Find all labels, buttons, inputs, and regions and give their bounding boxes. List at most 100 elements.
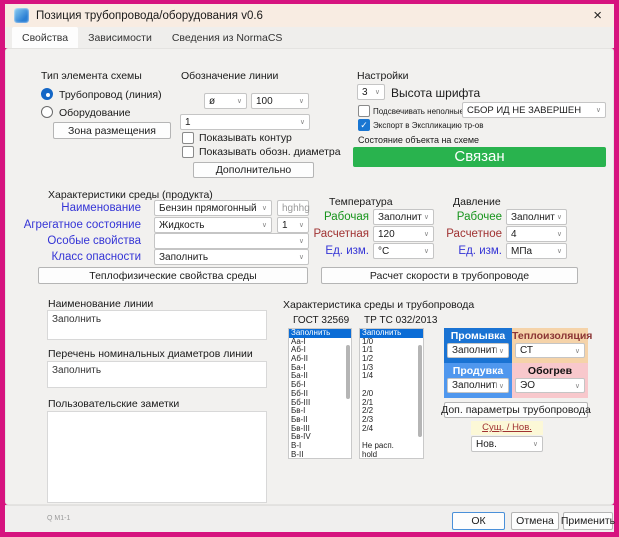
ok-button[interactable]: ОК xyxy=(452,512,505,530)
chevron-down-icon: ∨ xyxy=(260,221,271,229)
temp-design-label: Расчетная xyxy=(299,228,369,240)
aggregate-state-combo[interactable]: Жидкость∨ xyxy=(154,217,272,233)
font-height-combo[interactable]: 3∨ xyxy=(357,84,385,100)
list-item[interactable]: 2/4 xyxy=(360,425,423,434)
exist-new-label: Сущ. / Нов. xyxy=(471,421,543,435)
temp-working-label: Рабочая xyxy=(299,211,369,223)
titlebar: Позиция трубопровода/оборудования v0.6 × xyxy=(5,4,614,27)
user-notes-input[interactable] xyxy=(47,411,267,503)
chevron-down-icon: ∨ xyxy=(594,106,605,114)
insulation-title: Теплоизоляция xyxy=(512,330,588,342)
flush-title: Промывка xyxy=(444,330,512,342)
tab-properties[interactable]: Свойства xyxy=(12,27,78,48)
placement-zone-button[interactable]: Зона размещения xyxy=(53,122,171,139)
char-section-title: Характеристика среды и трубопровода xyxy=(283,299,474,311)
check-icon: ✓ xyxy=(360,120,368,130)
scrollbar[interactable] xyxy=(346,345,350,399)
tab-normacs[interactable]: Сведения из NormaCS xyxy=(162,27,293,48)
cancel-button[interactable]: Отмена xyxy=(511,512,559,530)
temp-design-combo[interactable]: 120∨ xyxy=(373,226,434,242)
chevron-down-icon: ∨ xyxy=(373,88,384,96)
trts-list-label: ТР ТС 032/2013 xyxy=(364,315,437,326)
app-icon xyxy=(14,8,29,23)
checkbox-show-diameter-label: Показывать обозн. диаметра xyxy=(199,146,341,158)
radio-equipment[interactable] xyxy=(41,106,53,118)
press-working-combo[interactable]: Заполнить∨ xyxy=(506,209,567,225)
diameters-list-input[interactable]: Заполнить xyxy=(47,361,267,388)
dialog-window: Позиция трубопровода/оборудования v0.6 ×… xyxy=(0,0,619,537)
chevron-down-icon: ∨ xyxy=(555,213,566,221)
exist-new-combo[interactable]: Нов.∨ xyxy=(471,436,543,452)
apply-button[interactable]: Применить xyxy=(563,512,613,530)
line-designation-title: Обозначение линии xyxy=(181,70,278,82)
checkbox-show-contour-label: Показывать контур xyxy=(199,132,292,144)
settings-title: Настройки xyxy=(357,70,409,82)
gost-list-label: ГОСТ 32569 xyxy=(293,315,349,326)
purge-combo[interactable]: Заполнить∨ xyxy=(447,378,509,393)
aggregate-state-label: Агрегатное состояние xyxy=(21,219,141,231)
list-item[interactable]: hold xyxy=(360,451,423,459)
tab-bar: Свойства Зависимости Сведения из NormaCS xyxy=(5,27,614,48)
press-working-label: Рабочее xyxy=(432,211,502,223)
line-number-combo[interactable]: 1∨ xyxy=(180,114,310,130)
chevron-down-icon: ∨ xyxy=(298,118,309,126)
user-notes-label: Пользовательские заметки xyxy=(48,398,179,410)
tab-dependencies[interactable]: Зависимости xyxy=(78,27,162,48)
heating-title: Обогрев xyxy=(512,365,588,377)
properties-panel: Тип элемента схемы Трубопровод (линия) О… xyxy=(5,48,614,505)
checkbox-highlight-incomplete[interactable] xyxy=(358,105,370,117)
diameters-list-label: Перечень номинальных диаметров линии xyxy=(48,348,253,360)
special-properties-label: Особые свойства xyxy=(21,235,141,247)
insulation-combo[interactable]: СТ∨ xyxy=(515,343,585,358)
close-icon[interactable]: × xyxy=(593,8,602,23)
product-name-combo[interactable]: Бензин прямогонный∨ xyxy=(154,200,272,216)
pressure-title: Давление xyxy=(453,196,501,208)
press-design-combo[interactable]: 4∨ xyxy=(506,226,567,242)
chevron-down-icon: ∨ xyxy=(555,247,566,255)
trts-listbox[interactable]: Заполнить1/01/11/21/31/42/02/12/22/32/4Н… xyxy=(359,328,424,459)
temp-working-combo[interactable]: Заполнить∨ xyxy=(373,209,434,225)
schema-type-title: Тип элемента схемы xyxy=(41,70,142,82)
scrollbar[interactable] xyxy=(418,345,422,437)
pipe-params-button[interactable]: Доп. параметры трубопровода xyxy=(444,402,588,418)
checkbox-show-diameter[interactable] xyxy=(182,146,194,158)
nominal-diameter-combo[interactable]: 100∨ xyxy=(251,93,309,109)
checkbox-export-explication-label: Экспорт в Экспликацию тр-ов xyxy=(373,121,483,130)
checkbox-export-explication[interactable]: ✓ xyxy=(358,119,370,131)
line-name-input[interactable]: Заполнить xyxy=(47,310,267,340)
radio-pipeline[interactable] xyxy=(41,88,53,100)
object-state-label: Состояние объекта на схеме xyxy=(358,135,479,145)
press-unit-combo[interactable]: МПа∨ xyxy=(506,243,567,259)
list-item[interactable]: В-II xyxy=(289,451,351,459)
list-item[interactable]: 1/4 xyxy=(360,372,423,381)
hazard-class-combo[interactable]: Заполнить∨ xyxy=(154,249,309,265)
status-info: Q М1-1 xyxy=(47,515,70,522)
line-name-label: Наименование линии xyxy=(48,298,153,310)
link-state-banner: Связан xyxy=(353,147,606,167)
purge-title: Продувка xyxy=(444,365,512,377)
chevron-down-icon: ∨ xyxy=(497,347,508,355)
temperature-title: Температура xyxy=(329,196,393,208)
window-title: Позиция трубопровода/оборудования v0.6 xyxy=(36,10,263,22)
chevron-down-icon: ∨ xyxy=(260,204,271,212)
id-status-combo[interactable]: СБОР ИД НЕ ЗАВЕРШЕН∨ xyxy=(462,102,606,118)
more-button[interactable]: Дополнительно xyxy=(193,162,314,178)
heating-combo[interactable]: ЭО∨ xyxy=(515,378,585,393)
checkbox-show-contour[interactable] xyxy=(182,132,194,144)
special-properties-combo[interactable]: ∨ xyxy=(154,233,309,249)
status-bar: Q М1-1 ОК Отмена Применить xyxy=(5,505,614,532)
chevron-down-icon: ∨ xyxy=(531,440,542,448)
chevron-down-icon: ∨ xyxy=(573,347,584,355)
chevron-down-icon: ∨ xyxy=(235,97,246,105)
temp-unit-combo[interactable]: °C∨ xyxy=(373,243,434,259)
flush-combo[interactable]: Заполнить∨ xyxy=(447,343,509,358)
thermophysical-button[interactable]: Теплофизические свойства среды xyxy=(38,267,308,284)
radio-pipeline-label: Трубопровод (линия) xyxy=(59,89,162,101)
hazard-class-label: Класс опасности xyxy=(21,251,141,263)
gost-listbox[interactable]: ЗаполнитьАа-IАб-IАб-IIБа-IБа-IIБб-IБб-II… xyxy=(288,328,352,459)
temp-unit-label: Ед. изм. xyxy=(299,245,369,257)
diameter-symbol-combo[interactable]: ø∨ xyxy=(204,93,247,109)
chevron-down-icon: ∨ xyxy=(497,382,508,390)
press-design-label: Расчетное xyxy=(432,228,502,240)
velocity-calc-button[interactable]: Расчет скорости в трубопроводе xyxy=(321,267,578,284)
